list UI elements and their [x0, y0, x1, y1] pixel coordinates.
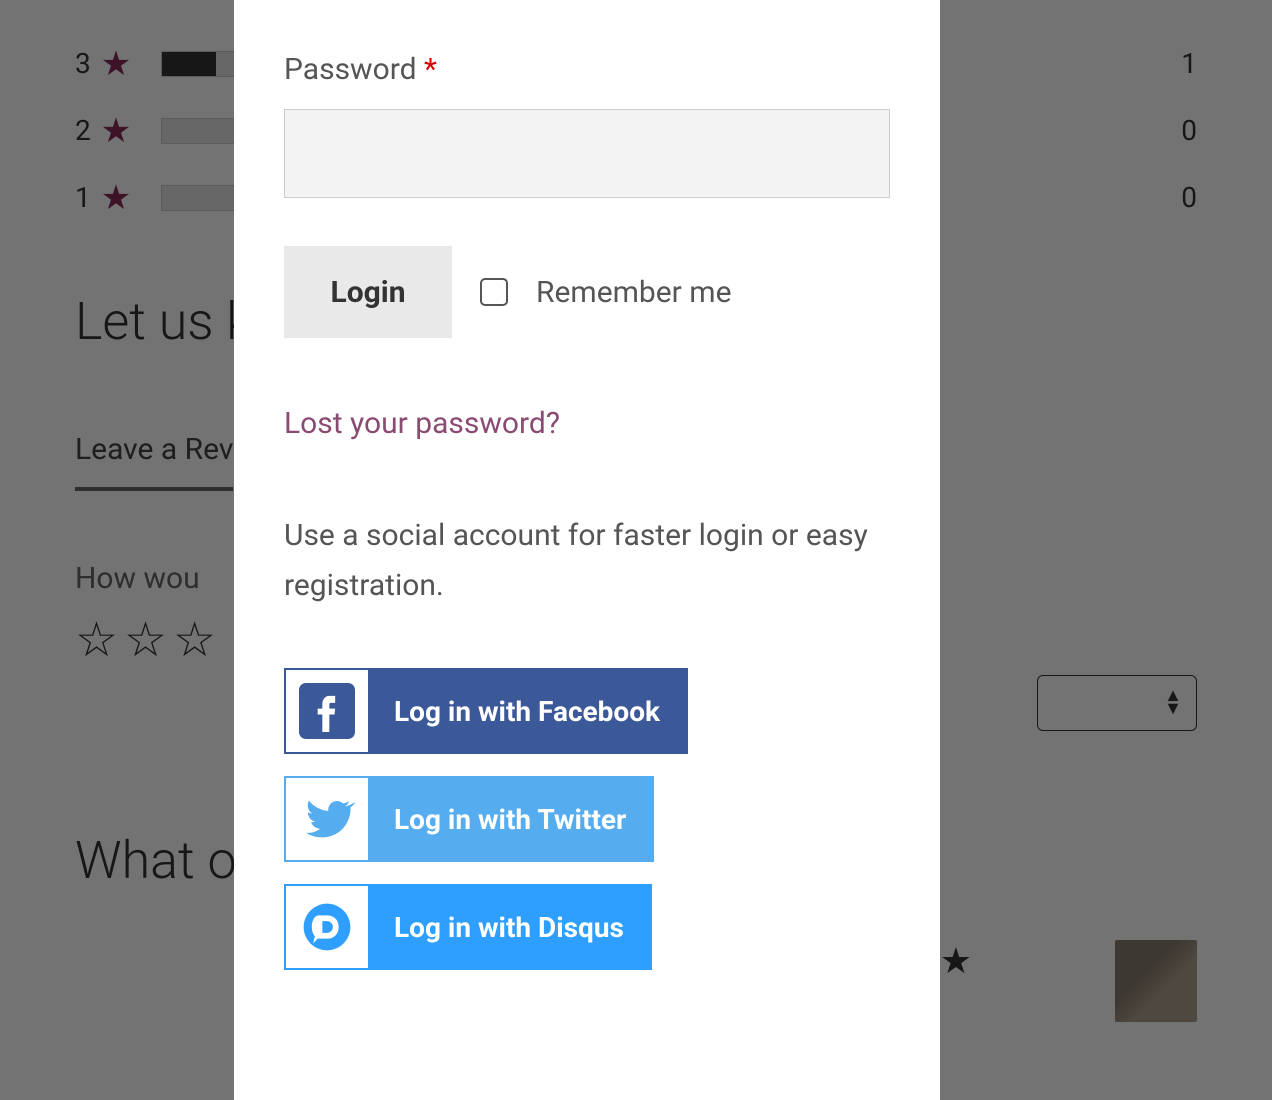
login-button[interactable]: Login [284, 246, 452, 338]
facebook-login-label: Log in with Facebook [368, 670, 686, 752]
login-modal: Password * Login Remember me Lost your p… [234, 0, 940, 1100]
lost-password-link[interactable]: Lost your password? [284, 406, 560, 441]
login-actions-row: Login Remember me [284, 246, 890, 338]
facebook-icon [286, 670, 368, 752]
social-login-description: Use a social account for faster login or… [284, 511, 890, 610]
remember-me-label: Remember me [536, 275, 732, 310]
disqus-login-button[interactable]: Log in with Disqus [284, 884, 652, 970]
facebook-login-button[interactable]: Log in with Facebook [284, 668, 688, 754]
twitter-login-label: Log in with Twitter [368, 778, 652, 860]
remember-me-checkbox[interactable] [480, 278, 508, 306]
twitter-icon [286, 778, 368, 860]
twitter-login-button[interactable]: Log in with Twitter [284, 776, 654, 862]
required-indicator: * [424, 52, 437, 87]
password-label: Password * [284, 52, 890, 87]
disqus-icon [286, 886, 368, 968]
disqus-login-label: Log in with Disqus [368, 886, 650, 968]
password-field[interactable] [284, 109, 890, 198]
